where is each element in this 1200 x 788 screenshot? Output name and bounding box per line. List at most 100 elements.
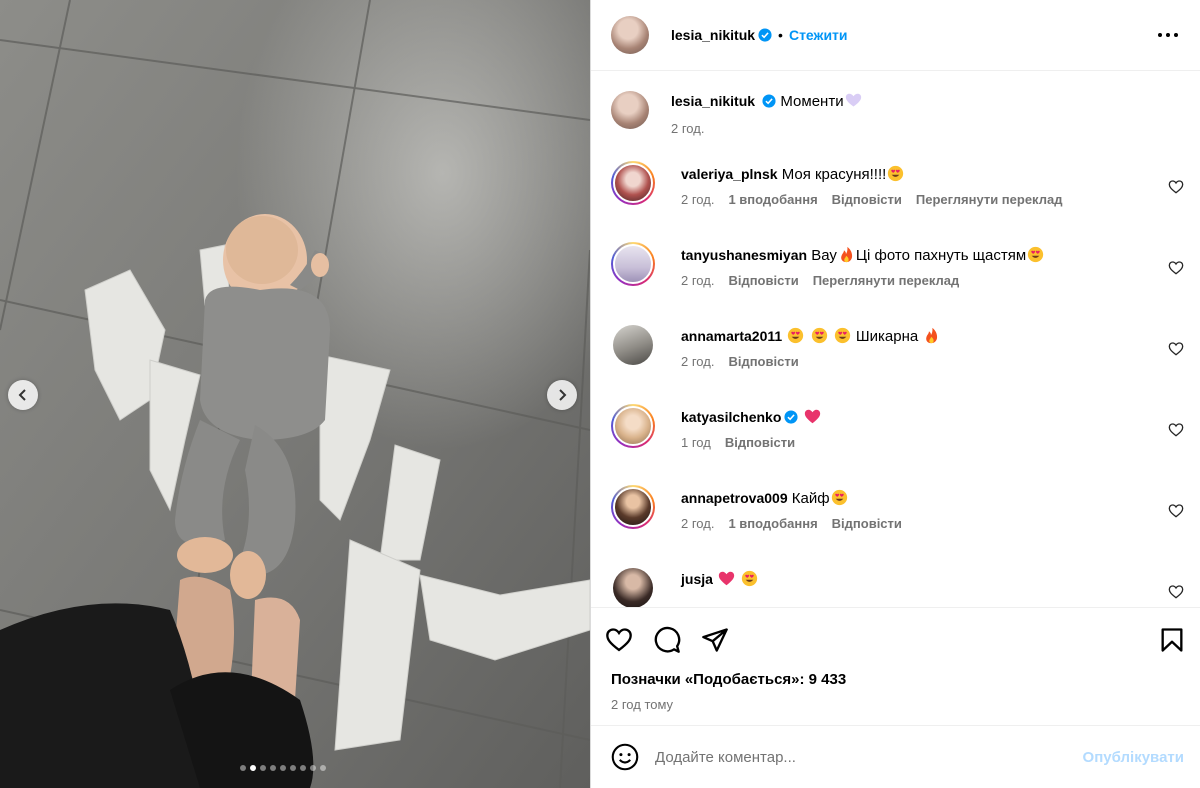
carousel-dot <box>280 765 286 771</box>
paper-plane-icon <box>702 627 728 652</box>
comment-text-prefix: Вау <box>811 247 837 264</box>
heart-eyes-emoji-icon <box>888 165 904 182</box>
bookmark-icon <box>1161 628 1183 652</box>
carousel-dot <box>270 765 276 771</box>
comment-input[interactable] <box>655 748 1083 766</box>
commenter-avatar[interactable] <box>611 242 655 286</box>
comment-button[interactable] <box>653 626 681 654</box>
verified-badge-icon <box>758 28 772 42</box>
comment-composer: Опублікувати <box>591 725 1200 788</box>
comment-username[interactable]: annamarta2011 <box>681 328 782 344</box>
comment-text: Кайф <box>791 490 830 507</box>
pink-heart-emoji-icon <box>804 409 820 424</box>
carousel-next-button[interactable] <box>547 380 577 410</box>
verified-badge-icon <box>762 94 776 108</box>
follow-button[interactable]: Стежити <box>789 27 848 43</box>
comment-text: Моя красуня!!!! <box>781 166 887 183</box>
carousel-dot <box>300 765 306 771</box>
chevron-right-icon <box>559 389 567 401</box>
carousel-dot <box>260 765 266 771</box>
author-avatar[interactable] <box>611 16 649 54</box>
post-timestamp[interactable]: 2 год тому <box>591 697 1200 725</box>
comment-username[interactable]: katyasilchenko <box>681 409 781 425</box>
like-comment-icon[interactable] <box>1168 179 1184 195</box>
heart-eyes-emoji-icon <box>834 327 850 344</box>
like-button[interactable] <box>605 626 633 654</box>
translate-button[interactable]: Переглянути переклад <box>813 273 960 288</box>
comment-time: 2 год. <box>681 354 715 369</box>
like-comment-icon[interactable] <box>1168 260 1184 276</box>
comment-text: Ці фото пахнуть щастям <box>855 247 1027 264</box>
comment-time: 2 год. <box>681 516 715 531</box>
comment-item: tanyushanesmiyan Вау Ці фото пахнуть щаст… <box>611 242 1184 323</box>
more-options-button[interactable] <box>1156 23 1180 47</box>
comment-item: valeriya_plnsk Моя красуня!!!! 2 год. 1 в… <box>611 161 1184 242</box>
caption-text: Моменти <box>780 93 844 110</box>
comment-time: 2 год. <box>681 273 715 288</box>
comment-time: 2 год. <box>681 192 715 207</box>
commenter-avatar[interactable] <box>611 161 655 205</box>
carousel-dot <box>310 765 316 771</box>
post-sidebar: lesia_nikituk • Стежити lesia_nikituk Мо… <box>590 0 1200 788</box>
reply-button[interactable]: Відповісти <box>728 273 798 288</box>
chevron-left-icon <box>18 389 26 401</box>
fire-emoji-icon <box>926 327 938 344</box>
heart-eyes-emoji-icon <box>1028 246 1044 263</box>
comment-likes-link[interactable]: 1 вподобання <box>728 192 817 207</box>
like-comment-icon[interactable] <box>1168 503 1184 519</box>
like-comment-icon[interactable] <box>1168 422 1184 438</box>
likes-count[interactable]: Позначки «Подобається»: 9 433 <box>591 671 1200 697</box>
carousel-indicator <box>240 765 326 771</box>
post-comment-button[interactable]: Опублікувати <box>1083 749 1184 766</box>
verified-badge-icon <box>784 410 798 424</box>
comment-username[interactable]: valeriya_plnsk <box>681 166 778 182</box>
comment-username[interactable]: tanyushanesmiyan <box>681 247 807 263</box>
carousel-dot <box>290 765 296 771</box>
post-caption: lesia_nikituk Моменти 2 год. <box>611 71 1184 161</box>
comment-item: katyasilchenko 1 год Відповісти <box>611 404 1184 485</box>
caption-author-username[interactable]: lesia_nikituk <box>671 93 755 109</box>
heart-eyes-emoji-icon <box>811 327 827 344</box>
post-header: lesia_nikituk • Стежити <box>591 0 1200 71</box>
light-purple-heart-icon <box>845 93 861 107</box>
more-horizontal-icon <box>1158 33 1178 37</box>
reply-button[interactable]: Відповісти <box>832 192 902 207</box>
author-username[interactable]: lesia_nikituk <box>671 27 755 43</box>
post-action-bar <box>591 607 1200 671</box>
share-button[interactable] <box>701 626 729 654</box>
caption-time: 2 год. <box>671 121 705 136</box>
commenter-avatar[interactable] <box>613 568 653 607</box>
comment-likes-link[interactable]: 1 вподобання <box>728 516 817 531</box>
commenter-avatar[interactable] <box>611 404 655 448</box>
like-comment-icon[interactable] <box>1168 584 1184 600</box>
comments-list[interactable]: lesia_nikituk Моменти 2 год. valeriya_pl… <box>591 71 1200 607</box>
smiley-icon <box>611 743 639 771</box>
commenter-avatar[interactable] <box>611 485 655 529</box>
carousel-dot <box>320 765 326 771</box>
like-comment-icon[interactable] <box>1168 341 1184 357</box>
post-media[interactable] <box>0 0 590 788</box>
pink-heart-emoji-icon <box>718 571 735 586</box>
carousel-dot <box>250 765 256 771</box>
commenter-avatar[interactable] <box>613 325 653 365</box>
caption-author-avatar[interactable] <box>611 91 649 129</box>
comment-username[interactable]: annapetrova009 <box>681 490 788 506</box>
heart-eyes-emoji-icon <box>831 489 847 506</box>
emoji-picker-button[interactable] <box>611 743 639 771</box>
heart-eyes-emoji-icon <box>742 570 758 587</box>
fire-emoji-icon <box>841 246 853 263</box>
translate-button[interactable]: Переглянути переклад <box>916 192 1063 207</box>
comment-time: 1 год <box>681 435 711 450</box>
heart-outline-icon <box>606 627 632 651</box>
comment-item: jusja <box>611 566 1184 607</box>
reply-button[interactable]: Відповісти <box>728 354 798 369</box>
heart-eyes-emoji-icon <box>788 327 804 344</box>
header-separator: • <box>778 27 783 43</box>
comment-username[interactable]: jusja <box>681 571 713 587</box>
carousel-prev-button[interactable] <box>8 380 38 410</box>
save-button[interactable] <box>1158 626 1186 654</box>
reply-button[interactable]: Відповісти <box>832 516 902 531</box>
reply-button[interactable]: Відповісти <box>725 435 795 450</box>
comment-item: annapetrova009 Кайф 2 год. 1 вподобання Ві… <box>611 485 1184 566</box>
comment-item: annamarta2011 Шикарна 2 год. Відповісти <box>611 323 1184 404</box>
